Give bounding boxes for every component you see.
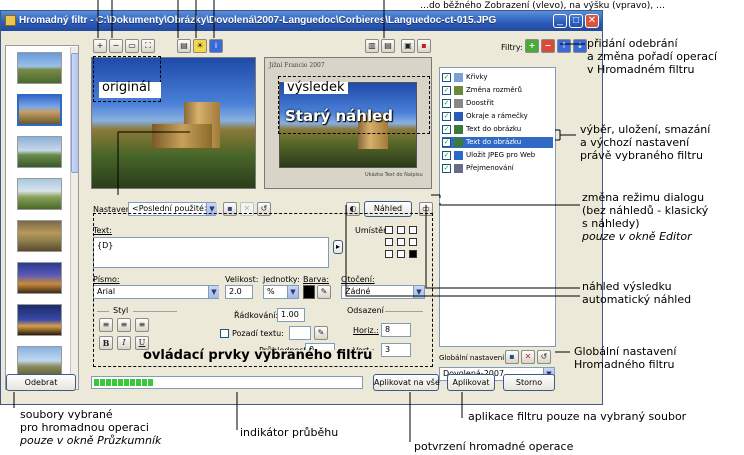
selected-ops-line2: a výchozí nastavení: [580, 136, 690, 149]
filters-ops-line2: a změna pořadí operací: [587, 50, 718, 63]
global-line1: Globální nastavení: [574, 345, 677, 358]
preview-result-line2: automatický náhled: [582, 293, 692, 306]
dialog-mode-line3: s náhledy): [582, 217, 640, 230]
filters-ops-line3: v Hromadném filtru: [587, 63, 695, 76]
files-selected-line3: pouze v okně Průzkumník: [20, 434, 162, 447]
filters-ops-line1: přidání odebrání: [587, 37, 678, 50]
progress-annotation: indikátor průběhu: [240, 426, 339, 439]
top-right-annotation: …do běžného Zobrazení (vlevo), na výšku …: [420, 1, 665, 11]
apply-selected-annotation: aplikace filtru pouze na vybraný soubor: [468, 410, 687, 423]
files-selected-line1: soubory vybrané: [20, 408, 113, 421]
preview-result-line1: náhled výsledku: [582, 280, 672, 293]
dialog-mode-line2: (bez náhledů - klasický: [582, 204, 709, 217]
global-line2: Hromadného filtru: [574, 358, 675, 371]
selected-ops-line3: právě vybraného filtru: [580, 149, 704, 162]
dialog-mode-line4: pouze v okně Editor: [582, 230, 692, 243]
dialog-mode-line1: změna režimu dialogu: [582, 191, 705, 204]
confirm-batch-annotation: potvrzení hromadné operace: [414, 440, 574, 453]
files-selected-line2: pro hromadnou operaci: [20, 421, 149, 434]
selected-ops-line1: výběr, uložení, smazání: [580, 123, 711, 136]
